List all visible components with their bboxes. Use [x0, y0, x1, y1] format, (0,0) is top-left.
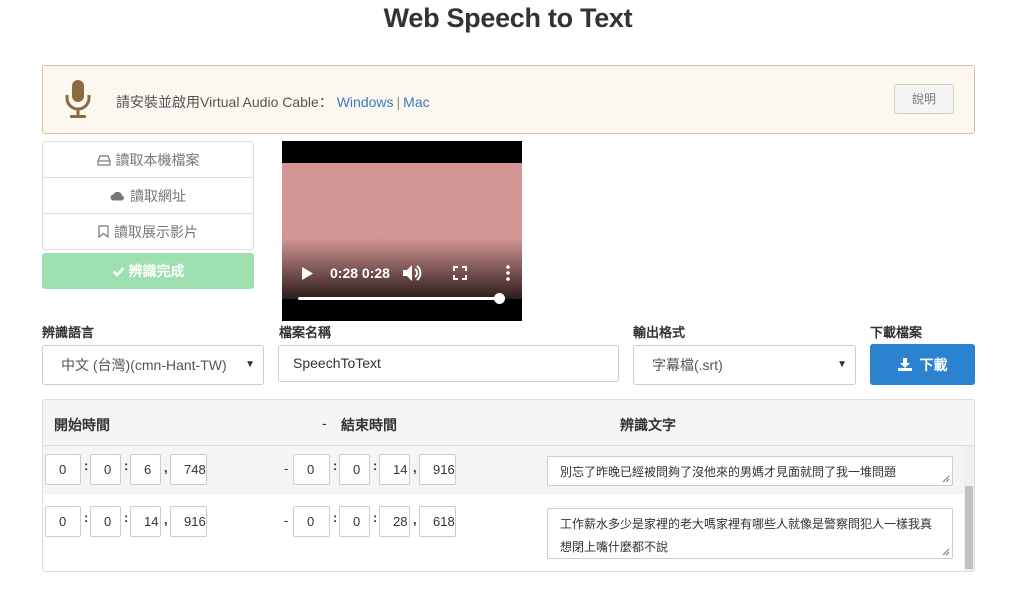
time-colon: : — [124, 458, 129, 473]
recognized-text-input[interactable]: 別忘了昨晚已經被問夠了沒他來的男媽才見面就問了我一堆問題 — [547, 456, 953, 486]
table-row: 0 : 0 : 6 , 748 - 0 : 0 : 14 , 916 別忘了昨晚… — [43, 446, 964, 498]
source-local-file[interactable]: 讀取本機檔案 — [42, 141, 254, 178]
time-colon: : — [333, 510, 338, 525]
download-icon — [897, 358, 912, 371]
table-row: 0 : 0 : 14 , 916 - 0 : 0 : 28 , 618 工作薪水… — [43, 498, 964, 559]
start-second-input[interactable]: 6 — [130, 454, 161, 485]
recognized-text-input[interactable]: 工作薪水多少是家裡的老大嗎家裡有哪些人就像是警察問犯人一樣我真想閉上嘴什麼都不說 — [547, 508, 953, 559]
start-ms-input[interactable]: 916 — [170, 506, 207, 537]
volume-icon[interactable] — [402, 264, 422, 282]
recognition-status-label: 辨識完成 — [128, 263, 185, 279]
download-label: 下載檔案 — [870, 325, 923, 340]
start-minute-input[interactable]: 0 — [90, 454, 121, 485]
source-demo-video[interactable]: 讀取展示影片 — [42, 213, 254, 250]
recognition-status-button[interactable]: 辨識完成 — [42, 253, 254, 289]
video-time: 0:28 0:28 — [330, 265, 390, 281]
start-minute-input[interactable]: 0 — [90, 506, 121, 537]
time-colon: : — [373, 458, 378, 473]
check-icon — [112, 266, 124, 277]
table-scrollbar[interactable] — [964, 446, 974, 571]
time-colon: : — [84, 458, 89, 473]
end-hour-input[interactable]: 0 — [293, 506, 330, 537]
language-select[interactable]: 中文 (台灣)(cmn-Hant-TW) ▼ — [42, 345, 264, 385]
start-second-input[interactable]: 14 — [130, 506, 161, 537]
end-second-input[interactable]: 14 — [379, 454, 410, 485]
notice-text: 請安裝並啟用Virtual Audio Cable： — [116, 94, 333, 110]
ms-comma: , — [413, 512, 417, 527]
header-separator: - — [322, 415, 327, 431]
recognized-text: 別忘了昨晚已經被問夠了沒他來的男媽才見面就問了我一堆問題 — [560, 465, 897, 479]
source-demo-video-label: 讀取展示影片 — [114, 223, 198, 240]
header-text: 辨識文字 — [620, 417, 676, 433]
source-url-label: 讀取網址 — [130, 187, 186, 204]
end-ms-input[interactable]: 618 — [419, 506, 456, 537]
end-hour-input[interactable]: 0 — [293, 454, 330, 485]
row-separator: - — [284, 513, 289, 528]
header-start-time: 開始時間 — [54, 417, 110, 433]
windows-link[interactable]: Windows — [337, 94, 394, 110]
start-hour-input[interactable]: 0 — [45, 454, 81, 485]
cloud-icon — [110, 191, 124, 201]
ms-comma: , — [164, 460, 168, 475]
language-value: 中文 (台灣)(cmn-Hant-TW) — [61, 357, 227, 373]
video-progress-handle[interactable] — [494, 293, 505, 304]
video-progress-track[interactable] — [298, 297, 500, 300]
filename-label: 檔案名稱 — [279, 325, 332, 340]
bookmark-icon — [98, 225, 109, 238]
download-button-label: 下載 — [919, 356, 948, 373]
resize-grip-icon[interactable] — [942, 548, 950, 556]
download-button[interactable]: 下載 — [870, 344, 975, 385]
ms-comma: , — [164, 512, 168, 527]
link-separator: | — [396, 94, 401, 110]
play-icon[interactable] — [301, 266, 314, 281]
header-end-time: 結束時間 — [341, 417, 397, 433]
start-hour-input[interactable]: 0 — [45, 506, 81, 537]
time-colon: : — [84, 510, 89, 525]
time-colon: : — [373, 510, 378, 525]
chevron-down-icon: ▼ — [245, 359, 255, 370]
start-ms-input[interactable]: 748 — [170, 454, 207, 485]
table-scrollbar-thumb[interactable] — [965, 486, 973, 569]
chevron-down-icon: ▼ — [837, 359, 847, 370]
video-player[interactable]: 0:28 0:28 — [282, 141, 522, 321]
recognized-text: 工作薪水多少是家裡的老大嗎家裡有哪些人就像是警察問犯人一樣我真想閉上嘴什麼都不說 — [560, 517, 933, 554]
resize-grip-icon[interactable] — [942, 475, 950, 483]
end-minute-input[interactable]: 0 — [339, 506, 370, 537]
time-colon: : — [124, 510, 129, 525]
format-value: 字幕檔(.srt) — [652, 357, 723, 373]
ms-comma: , — [413, 460, 417, 475]
format-select[interactable]: 字幕檔(.srt) ▼ — [633, 345, 856, 385]
fullscreen-icon[interactable] — [453, 266, 467, 280]
language-label: 辨識語言 — [42, 325, 95, 340]
end-second-input[interactable]: 28 — [379, 506, 410, 537]
end-minute-input[interactable]: 0 — [339, 454, 370, 485]
notice-message: 請安裝並啟用Virtual Audio Cable： Windows | Mac — [116, 92, 430, 112]
end-ms-input[interactable]: 916 — [419, 454, 456, 485]
source-url[interactable]: 讀取網址 — [42, 177, 254, 214]
source-list: 讀取本機檔案 讀取網址 讀取展示影片 — [42, 141, 254, 250]
subtitle-table: 開始時間 - 結束時間 辨識文字 0 : 0 : 6 , 748 - 0 : 0… — [42, 399, 975, 572]
help-button[interactable]: 說明 — [894, 84, 954, 114]
mac-link[interactable]: Mac — [403, 94, 429, 110]
time-colon: : — [333, 458, 338, 473]
table-header: 開始時間 - 結束時間 辨識文字 — [43, 400, 974, 446]
filename-input[interactable]: SpeechToText — [278, 345, 619, 382]
hdd-icon — [96, 154, 111, 166]
source-local-file-label: 讀取本機檔案 — [115, 151, 200, 168]
page-title: Web Speech to Text — [383, 3, 633, 33]
row-separator: - — [284, 461, 289, 476]
more-vert-icon[interactable] — [506, 265, 510, 281]
format-label: 輸出格式 — [633, 325, 686, 340]
microphone-icon — [65, 80, 91, 118]
virtual-audio-notice: 請安裝並啟用Virtual Audio Cable： Windows | Mac 說… — [42, 65, 975, 134]
